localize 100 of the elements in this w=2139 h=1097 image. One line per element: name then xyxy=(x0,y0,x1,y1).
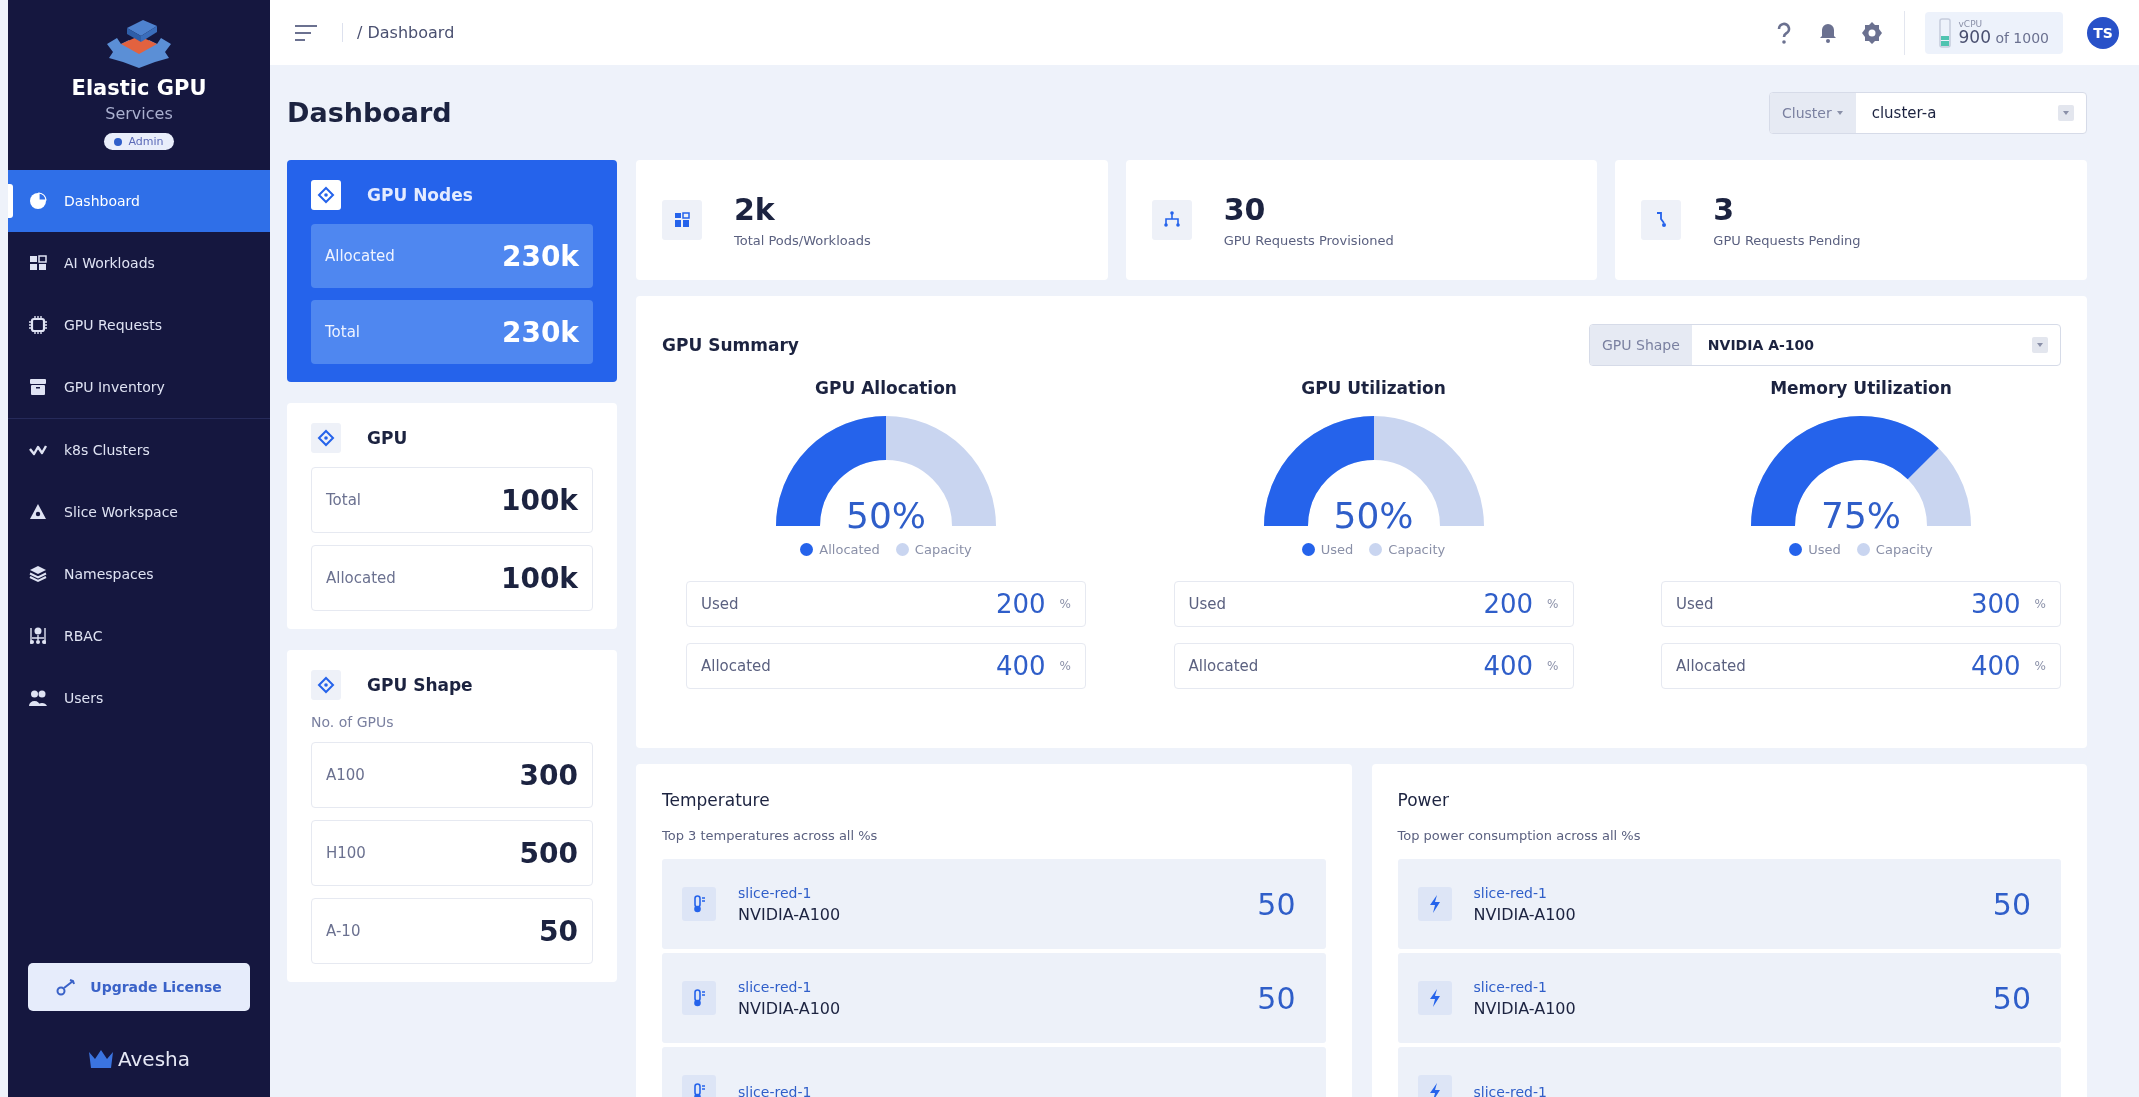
stat-value: 3 xyxy=(1713,192,1736,227)
gauge-title: GPU Utilization xyxy=(1301,378,1446,398)
thermometer-icon xyxy=(682,887,716,921)
gpu-model: NVIDIA-A100 xyxy=(738,904,842,924)
stat-label: GPU Requests Pending xyxy=(1713,233,1861,248)
card-subtitle: No. of GPUs xyxy=(311,714,395,730)
metric-value: 50 xyxy=(1992,980,2031,1016)
card-title: GPU Shape xyxy=(367,675,473,695)
gpu-model: NVIDIA-A100 xyxy=(1473,904,1577,924)
list-item[interactable]: slice-red-1 NVIDIA-A100 50 xyxy=(662,953,1326,1043)
metric-row: Total 230k xyxy=(311,300,593,364)
section-title: GPU Summary xyxy=(662,335,799,355)
role-badge: Admin xyxy=(104,133,174,150)
legend-label: Capacity xyxy=(1388,542,1446,557)
metric-row: Used 300 % xyxy=(1661,581,2061,627)
card-title: GPU Nodes xyxy=(367,185,473,205)
page-title: Dashboard xyxy=(287,97,452,128)
sidebar-item[interactable]: Slice Workspace xyxy=(8,481,270,543)
panel-title: Power xyxy=(1397,790,1450,810)
lightning-icon xyxy=(1417,981,1452,1015)
sidebar-item[interactable]: GPU Requests xyxy=(8,294,270,356)
metric-row: Allocated 230k xyxy=(311,224,593,288)
vcpu-usage: vCPU 900 of 1000 xyxy=(1924,11,2063,54)
metric-value: 50 xyxy=(1257,980,1296,1016)
sidebar-item[interactable]: AI Workloads xyxy=(8,232,270,294)
tree-icon xyxy=(1151,200,1192,240)
legend-label: Used xyxy=(1320,542,1354,557)
dropdown-toggle[interactable] xyxy=(2032,337,2048,353)
dropdown-toggle[interactable] xyxy=(2058,104,2074,121)
metric-row: Used 200 % xyxy=(686,581,1086,627)
metric-row: Allocated 100k xyxy=(311,545,593,611)
stat-value: 2k xyxy=(734,192,776,227)
panel-subtitle: Top 3 temperatures across all %s xyxy=(662,828,879,843)
crown-logo-icon xyxy=(88,1049,114,1069)
battery-icon xyxy=(1938,17,1951,48)
list-item[interactable]: slice-red-1 xyxy=(662,1047,1326,1097)
sidebar-item[interactable]: Namespaces xyxy=(8,543,270,605)
metric-value: 50 xyxy=(1257,886,1296,922)
slice-link[interactable]: slice-red-1 xyxy=(1473,884,1971,901)
app-title: Elastic GPU xyxy=(71,76,207,100)
breadcrumb: / Dashboard xyxy=(342,23,455,42)
legend-label: Capacity xyxy=(914,542,972,557)
sidebar-item[interactable]: GPU Inventory xyxy=(8,356,270,418)
slice-link[interactable]: slice-red-1 xyxy=(738,884,1236,901)
sidebar-item[interactable]: k8s Clusters xyxy=(8,419,270,481)
triangle-icon xyxy=(28,502,48,522)
slice-link[interactable]: slice-red-1 xyxy=(1473,978,1971,995)
panel-title: Temperature xyxy=(662,790,771,810)
slice-link[interactable]: slice-red-1 xyxy=(1473,1084,2031,1097)
slice-link[interactable]: slice-red-1 xyxy=(738,978,1236,995)
settings-icon[interactable] xyxy=(1859,20,1884,45)
metric-row: Allocated 400 % xyxy=(1173,643,1574,689)
caret-icon xyxy=(2062,109,2070,116)
legend-label: Used xyxy=(1808,542,1841,557)
stat-label: GPU Requests Provisioned xyxy=(1223,233,1394,248)
sidebar-item[interactable]: Dashboard xyxy=(8,170,270,232)
upgrade-license-button[interactable]: Upgrade License xyxy=(28,963,250,1011)
legend-label: Allocated xyxy=(819,542,880,557)
legend-label: Capacity xyxy=(1875,542,1933,557)
sidebar-item[interactable]: RBAC xyxy=(8,605,270,667)
menu-icon[interactable] xyxy=(294,22,318,43)
hierarchy-icon xyxy=(28,626,48,646)
gauge-title: GPU Allocation xyxy=(815,378,957,398)
stat-label: Total Pods/Workloads xyxy=(734,233,871,248)
metric-value: 50 xyxy=(1992,886,2031,922)
cluster-select[interactable]: Cluster cluster-a xyxy=(1769,91,2087,134)
list-item[interactable]: slice-red-1 NVIDIA-A100 50 xyxy=(1397,953,2061,1043)
lightning-icon xyxy=(1417,887,1452,921)
sidebar-item[interactable]: Users xyxy=(8,667,270,729)
gpu-model: NVIDIA-A100 xyxy=(1473,998,1577,1018)
pie-chart-icon xyxy=(28,191,48,211)
list-item[interactable]: slice-red-1 xyxy=(1397,1047,2061,1097)
user-avatar[interactable]: TS xyxy=(2087,16,2119,49)
panel-subtitle: Top power consumption across all %s xyxy=(1397,828,1642,843)
blocks-icon xyxy=(662,200,702,240)
card-title: GPU xyxy=(367,428,408,448)
grid-icon xyxy=(28,253,48,273)
metric-row: H100 500 xyxy=(311,820,593,886)
users-icon xyxy=(28,688,48,708)
chip-icon xyxy=(28,315,48,335)
gauge-reading: 75% xyxy=(1820,495,1902,536)
list-item[interactable]: slice-red-1 NVIDIA-A100 50 xyxy=(1397,859,2061,949)
branch-icon xyxy=(1641,200,1682,240)
archive-icon xyxy=(28,377,48,397)
caret-icon xyxy=(1835,109,1844,116)
app-subtitle: Services xyxy=(105,104,173,123)
company-name: Avesha xyxy=(118,1047,190,1071)
slice-link[interactable]: slice-red-1 xyxy=(738,1084,1296,1097)
metric-row: Allocated 400 % xyxy=(1661,643,2061,689)
gauge-title: Memory Utilization xyxy=(1770,378,1952,398)
list-item[interactable]: slice-red-1 NVIDIA-A100 50 xyxy=(662,859,1326,949)
gpu-shape-select[interactable]: GPU Shape NVIDIA A-100 xyxy=(1589,324,2061,366)
caret-icon xyxy=(2036,342,2044,348)
metric-row: Allocated 400 % xyxy=(686,643,1086,689)
layers-icon xyxy=(28,564,48,584)
stat-value: 30 xyxy=(1223,192,1267,227)
thermometer-icon xyxy=(682,981,716,1015)
gpu-model: NVIDIA-A100 xyxy=(738,998,842,1018)
metric-row: Total 100k xyxy=(311,467,593,533)
gauge-reading: 50% xyxy=(1332,495,1415,536)
